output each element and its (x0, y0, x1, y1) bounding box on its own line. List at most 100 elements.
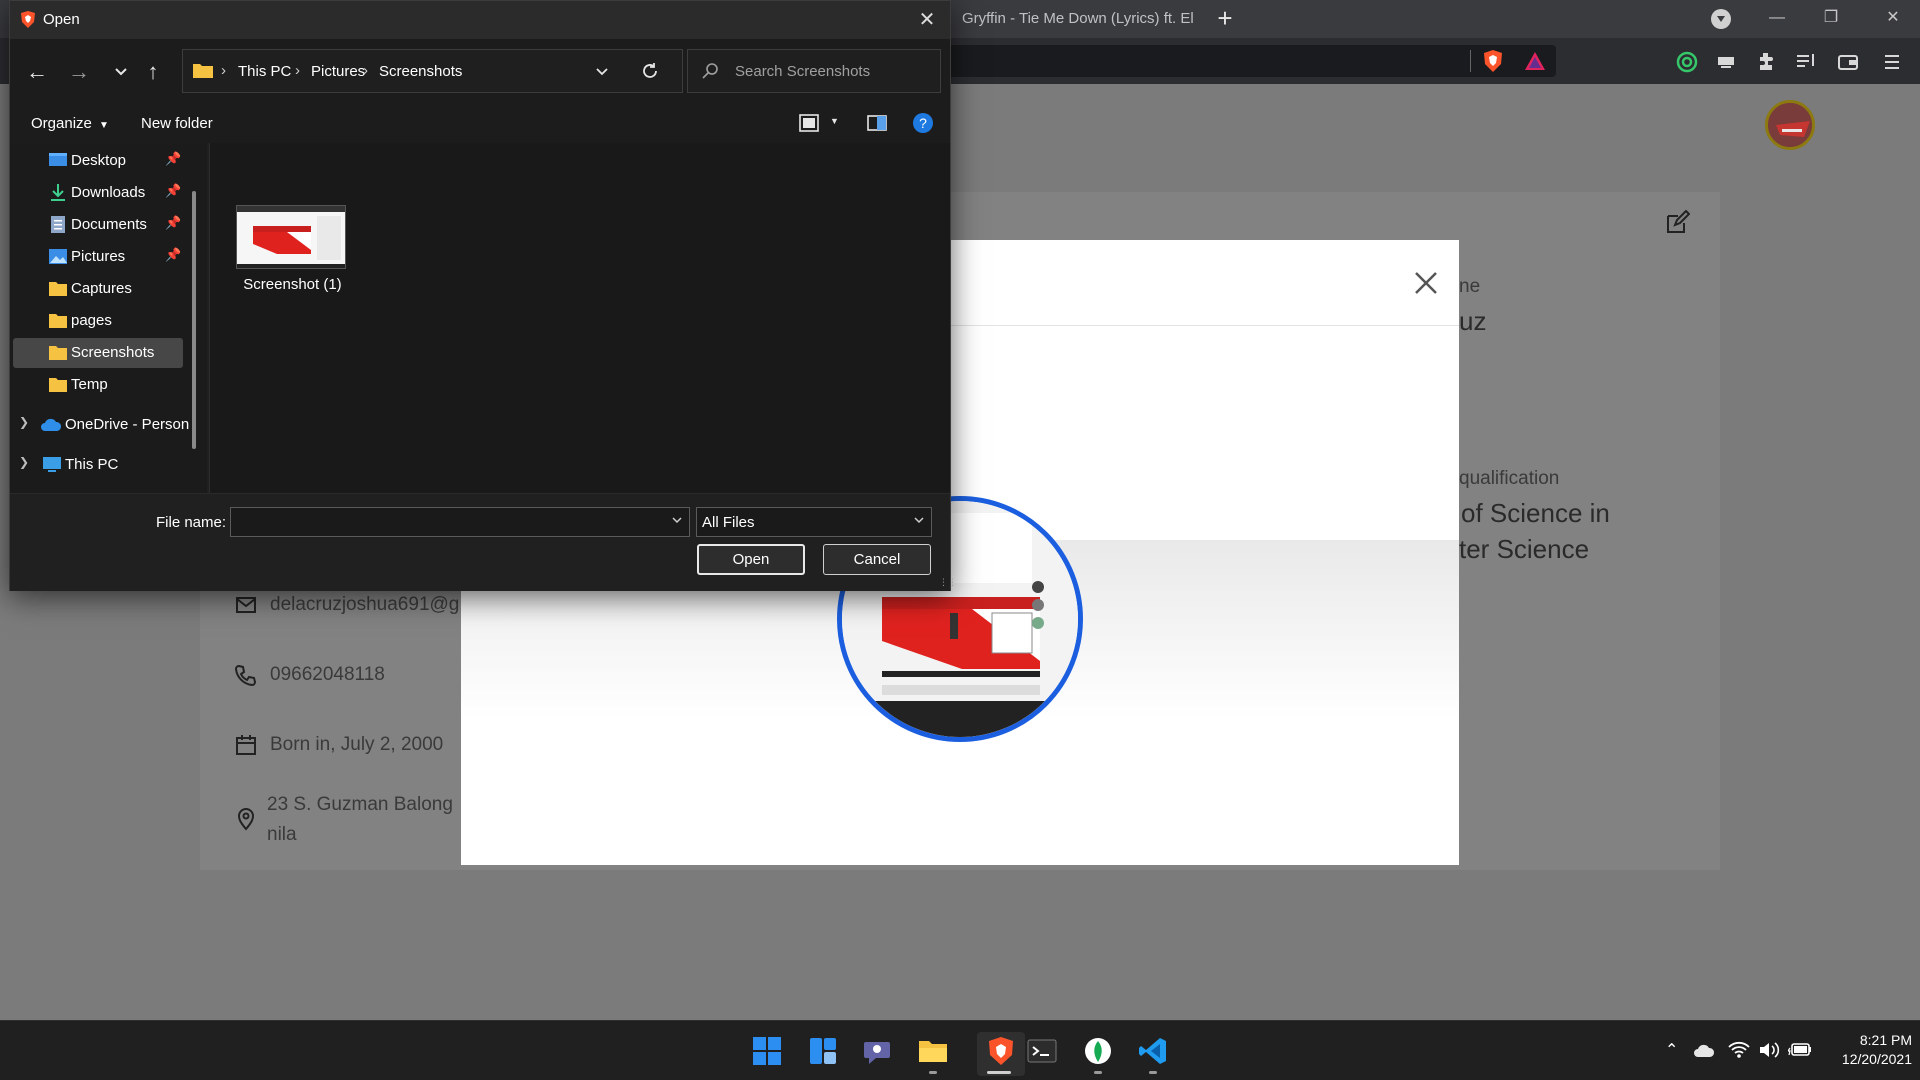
window-close-button[interactable]: ✕ (1866, 0, 1920, 38)
menu-icon[interactable] (1880, 50, 1904, 74)
modal-close-icon[interactable] (1413, 270, 1439, 296)
file-name-field-label: File name: (156, 514, 227, 531)
terminal-icon[interactable] (1027, 1036, 1057, 1066)
brave-rewards-icon[interactable] (1524, 50, 1546, 72)
back-arrow-icon[interactable]: ← (22, 57, 52, 87)
new-folder-button[interactable]: New folder (141, 115, 213, 132)
new-tab-button[interactable]: + (1210, 4, 1240, 34)
expand-chevron-icon[interactable]: ❯ (19, 455, 29, 469)
brave-shields-icon[interactable] (1482, 49, 1504, 73)
view-options-icon[interactable] (799, 114, 819, 132)
refresh-icon[interactable] (641, 62, 659, 80)
brave-logo-icon (21, 11, 35, 28)
wallet-icon[interactable] (1836, 50, 1860, 74)
sidebar-item-label: Temp (71, 376, 108, 393)
sidebar-item-label: OneDrive - Person (65, 416, 190, 433)
folder-icon (49, 314, 67, 328)
cancel-button[interactable]: Cancel (823, 544, 931, 575)
brave-running-indicator (987, 1071, 1011, 1074)
resize-grip-icon[interactable]: ⋮⋮ (939, 577, 957, 587)
brave-browser-icon[interactable] (986, 1036, 1016, 1066)
sidebar-item-captures[interactable]: Captures (13, 274, 183, 304)
restore-button[interactable]: ❐ (1804, 0, 1858, 38)
file-name-dropdown-icon[interactable] (671, 514, 683, 526)
mongodb-running-indicator (1094, 1071, 1102, 1074)
cast-icon[interactable] (1714, 50, 1738, 74)
sidebar-item-pages[interactable]: pages (13, 306, 183, 336)
sidebar-item-label: Screenshots (71, 344, 155, 361)
wifi-icon[interactable] (1728, 1041, 1750, 1059)
vscode-running-indicator (1149, 1071, 1157, 1074)
address-dropdown-icon[interactable] (595, 65, 609, 79)
sidebar-item-label: pages (71, 312, 112, 329)
file-thumbnail[interactable] (236, 205, 346, 269)
folder-icon (49, 378, 67, 392)
sidebar-item-screenshots[interactable]: Screenshots (13, 338, 183, 368)
battery-icon[interactable] (1788, 1042, 1812, 1058)
phone-icon (234, 664, 257, 687)
vscode-icon[interactable] (1138, 1036, 1168, 1066)
widgets-icon[interactable] (808, 1036, 838, 1066)
vpn-icon[interactable] (1675, 50, 1699, 74)
sidebar-item-downloads[interactable]: Downloads 📌 (13, 178, 183, 208)
recent-locations-chevron-icon[interactable] (114, 65, 128, 79)
sidebar-item-this-pc[interactable]: ❯ This PC (13, 450, 183, 480)
file-list (209, 143, 950, 493)
preview-pane-icon[interactable] (867, 114, 887, 132)
view-options-chevron-icon[interactable]: ▼ (830, 116, 839, 126)
avatar[interactable] (1765, 100, 1815, 150)
breadcrumb-item-this-pc[interactable]: This PC (238, 63, 291, 80)
breadcrumb-item-screenshots[interactable]: Screenshots (379, 63, 462, 80)
svg-text:?: ? (919, 115, 927, 131)
expand-chevron-icon[interactable]: ❯ (19, 415, 29, 429)
tab-search-icon[interactable] (1711, 9, 1731, 29)
folder-icon (193, 64, 213, 78)
address-line-1: 23 S. Guzman Balong (267, 794, 453, 815)
dialog-title-bar[interactable]: Open ✕ (10, 1, 950, 39)
up-arrow-icon[interactable]: ↑ (138, 57, 168, 87)
breadcrumb-item-pictures[interactable]: Pictures (311, 63, 365, 80)
sidebar-item-onedrive[interactable]: ❯ OneDrive - Person (13, 410, 193, 440)
location-icon (237, 808, 255, 831)
forward-arrow-icon[interactable]: → (64, 57, 94, 87)
open-button[interactable]: Open (697, 544, 805, 575)
breadcrumb[interactable]: › This PC › Pictures › Screenshots (182, 49, 683, 93)
extensions-icon[interactable] (1754, 50, 1778, 74)
sidebar-item-label: Pictures (71, 248, 126, 265)
edit-icon[interactable] (1664, 210, 1690, 236)
file-type-value: All Files (702, 514, 755, 531)
help-icon[interactable]: ? (912, 112, 934, 134)
file-explorer-icon[interactable] (918, 1036, 948, 1066)
onedrive-tray-icon[interactable] (1693, 1044, 1715, 1058)
volume-icon[interactable] (1758, 1041, 1780, 1059)
sidebar-item-documents[interactable]: Documents 📌 (13, 210, 183, 240)
mongodb-compass-icon[interactable] (1083, 1036, 1113, 1066)
sidebar-item-temp[interactable]: Temp (13, 370, 183, 400)
profile-name: uz (1459, 306, 1487, 336)
dialog-close-button[interactable]: ✕ (910, 7, 944, 33)
chat-icon[interactable] (863, 1036, 893, 1066)
sidebar-item-label: Documents (71, 216, 147, 233)
browser-tab[interactable]: Gryffin - Tie Me Down (Lyrics) ft. El (950, 6, 1220, 38)
sidebar-item-label: Captures (71, 280, 132, 297)
navigation-pane: Desktop 📌 Downloads 📌 Documents 📌 Pictur… (10, 143, 207, 493)
playlist-icon[interactable] (1794, 50, 1818, 74)
file-name-label[interactable]: Screenshot (1) (210, 276, 375, 293)
file-type-select[interactable]: All Files (696, 507, 932, 537)
minimize-button[interactable]: — (1750, 0, 1804, 38)
organize-button[interactable]: Organize ▼ (31, 115, 109, 132)
start-icon[interactable] (752, 1036, 782, 1066)
navigation-scrollbar[interactable] (192, 191, 196, 449)
search-input[interactable]: Search Screenshots (687, 49, 941, 93)
address-bar[interactable] (940, 45, 1556, 77)
open-file-dialog: Open ✕ ← → ↑ › This PC › Pictures › Scre… (9, 0, 957, 591)
clock-date: 12/20/2021 (1841, 1051, 1912, 1067)
pin-icon: 📌 (165, 247, 182, 262)
file-name-field[interactable] (230, 507, 690, 537)
pictures-icon (49, 249, 67, 264)
sidebar-item-pictures[interactable]: Pictures 📌 (13, 242, 183, 272)
show-hidden-icons-chevron-icon[interactable]: ⌃ (1665, 1040, 1678, 1060)
breadcrumb-separator: › (363, 62, 368, 79)
sidebar-item-desktop[interactable]: Desktop 📌 (13, 146, 183, 176)
system-clock[interactable]: 8:21 PM 12/20/2021 (1820, 1031, 1912, 1069)
